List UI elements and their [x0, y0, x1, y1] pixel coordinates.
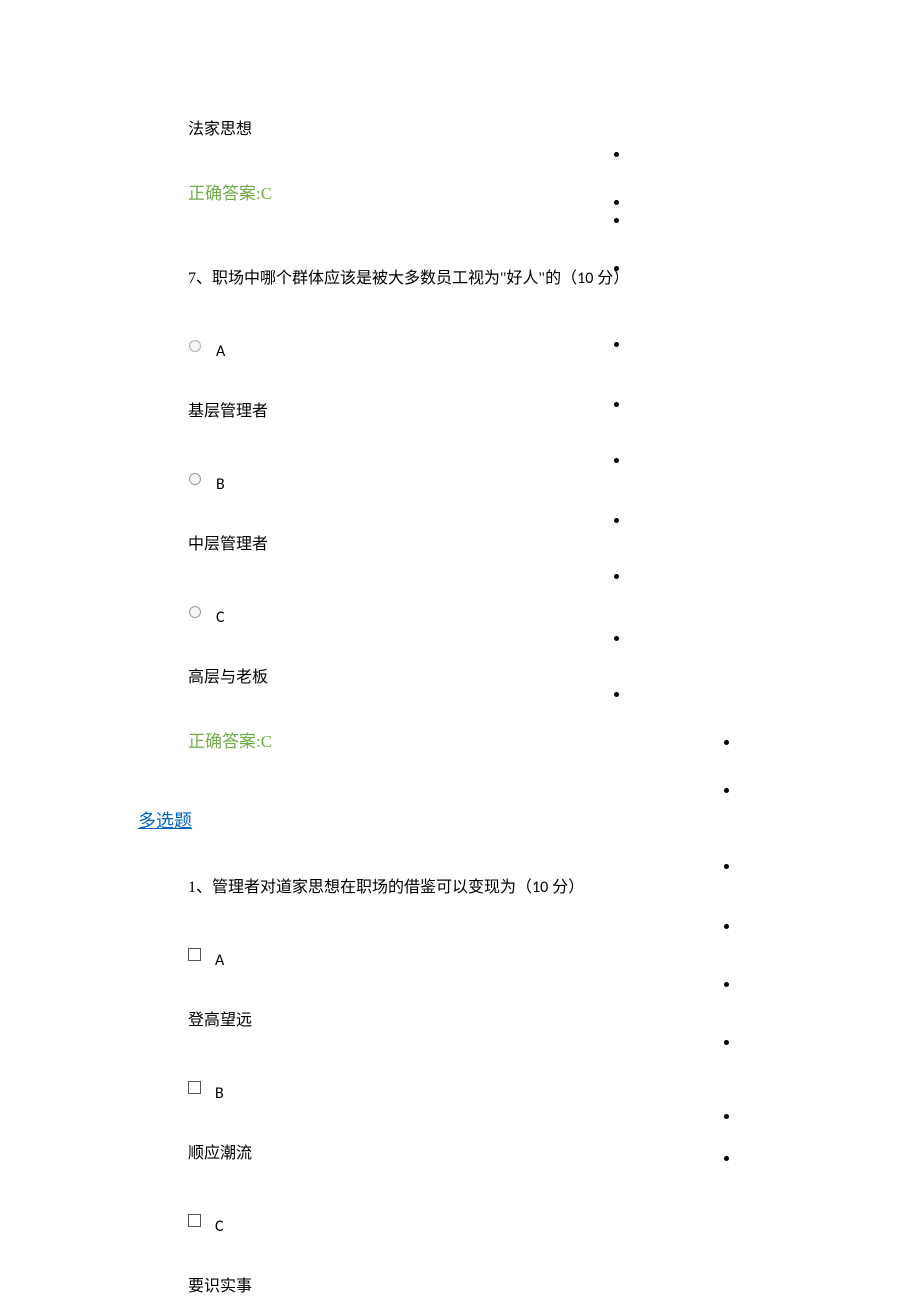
bullet-icon	[614, 218, 619, 223]
bullet-icon	[614, 266, 619, 271]
q7-option-b-text: 中层管理者	[188, 530, 778, 554]
bullet-icon	[724, 982, 729, 987]
mq1-option-a-text: 登高望远	[188, 1006, 778, 1030]
mq1-block: 1、管理者对道家思想在职场的借鉴可以变现为（10 分） A 登高望远 B 顺应潮…	[188, 873, 778, 1296]
q7-stem-prefix: 7、职场中哪个群体应该是被大多数员工视为"好人"的（	[188, 270, 577, 287]
bullet-icon	[614, 152, 619, 157]
mq1-stem-suffix: 分）	[548, 879, 584, 896]
q7-points: 10	[577, 269, 593, 288]
q6-option-d-text: 法家思想	[188, 115, 778, 139]
mq1-stem: 1、管理者对道家思想在职场的借鉴可以变现为（10 分）	[188, 873, 778, 897]
bullet-icon	[724, 924, 729, 929]
bullet-icon	[614, 636, 619, 641]
q7-stem: 7、职场中哪个群体应该是被大多数员工视为"好人"的（10 分）	[188, 264, 778, 288]
bullet-icon	[614, 402, 619, 407]
bullet-icon	[614, 342, 619, 347]
checkbox-icon	[188, 1214, 201, 1227]
mq1-points: 10	[532, 878, 548, 897]
checkbox-icon	[188, 1081, 201, 1094]
bullet-icon	[614, 518, 619, 523]
q7-option-a-letter: A	[216, 342, 225, 361]
q7-stem-suffix: 分）	[593, 270, 629, 287]
mq1-option-a-row[interactable]: A	[188, 947, 778, 966]
mq1-stem-prefix: 1、管理者对道家思想在职场的借鉴可以变现为（	[188, 879, 532, 896]
bullet-icon	[614, 574, 619, 579]
q7-option-a-row[interactable]: A	[188, 338, 778, 357]
q6-remainder: 法家思想 正确答案:C 7、职场中哪个群体应该是被大多数员工视为"好人"的（10…	[188, 115, 778, 752]
bullet-icon	[614, 200, 619, 205]
bullet-icon	[724, 740, 729, 745]
mq1-option-b-row[interactable]: B	[188, 1080, 778, 1099]
bullet-icon	[724, 864, 729, 869]
mq1-option-c-letter: C	[215, 1217, 224, 1236]
bullet-icon	[724, 1114, 729, 1119]
bullet-icon	[724, 788, 729, 793]
q7-option-a-text: 基层管理者	[188, 397, 778, 421]
q7-option-c-letter: C	[216, 608, 225, 627]
document-content: 法家思想 正确答案:C 7、职场中哪个群体应该是被大多数员工视为"好人"的（10…	[138, 0, 778, 1296]
radio-icon	[188, 472, 202, 486]
bullet-icon	[724, 1040, 729, 1045]
q6-answer: 正确答案:C	[188, 179, 778, 204]
checkbox-icon	[188, 948, 201, 961]
radio-icon	[188, 339, 202, 353]
q7-option-c-row[interactable]: C	[188, 604, 778, 623]
mq1-option-b-text: 顺应潮流	[188, 1139, 778, 1163]
q7-option-b-letter: B	[216, 475, 225, 494]
mq1-option-c-text: 要识实事	[188, 1272, 778, 1296]
bullet-icon	[614, 458, 619, 463]
multi-choice-section-title[interactable]: 多选题	[138, 807, 778, 833]
mq1-option-a-letter: A	[215, 951, 224, 970]
bullet-icon	[614, 692, 619, 697]
q7-answer: 正确答案:C	[188, 727, 778, 752]
bullet-icon	[724, 1156, 729, 1161]
mq1-option-c-row[interactable]: C	[188, 1213, 778, 1232]
mq1-option-b-letter: B	[215, 1084, 224, 1103]
q7-option-b-row[interactable]: B	[188, 471, 778, 490]
radio-icon	[188, 605, 202, 619]
q7-option-c-text: 高层与老板	[188, 663, 778, 687]
